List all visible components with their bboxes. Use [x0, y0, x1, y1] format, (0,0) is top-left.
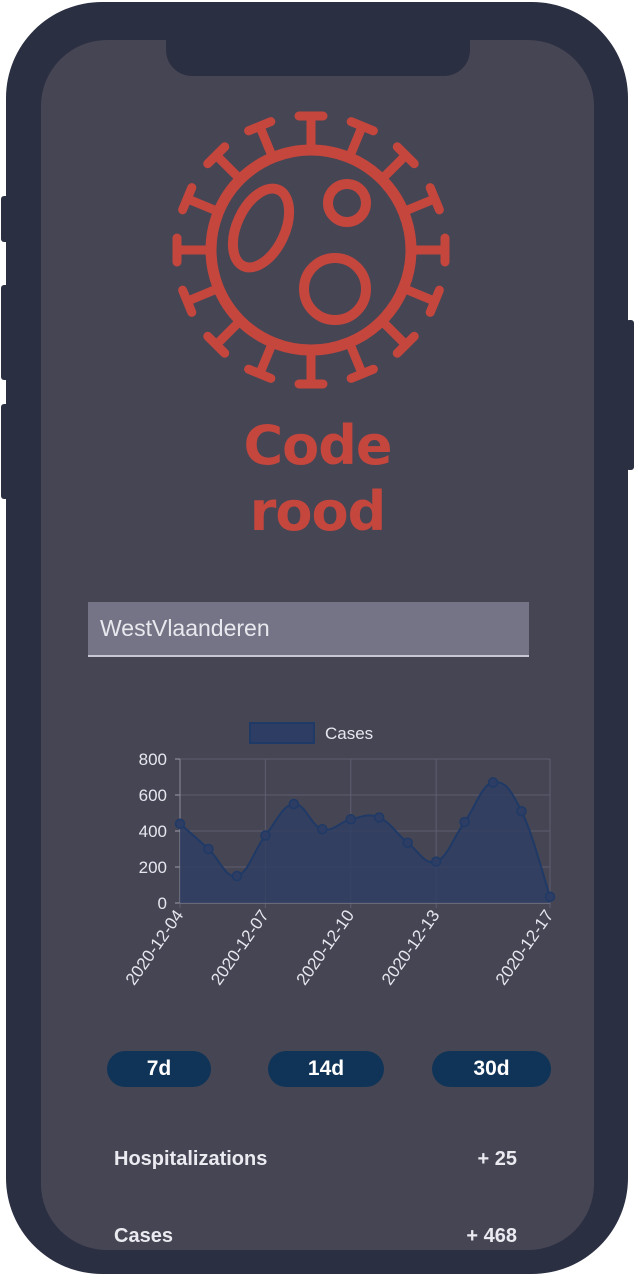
data-point	[288, 798, 300, 810]
y-tick-label: 0	[158, 894, 167, 913]
x-tick-label: 2020-12-07	[207, 906, 272, 988]
data-point	[430, 856, 442, 867]
title-line-1: Code	[243, 414, 392, 477]
data-point	[174, 818, 186, 830]
phone-notch	[166, 40, 470, 76]
cases-chart: Cases 0 200 400 600 800 2020-12-04 2020-12-07 20…	[122, 722, 557, 989]
range-30d-button[interactable]: 30d	[432, 1051, 551, 1087]
data-point	[402, 837, 413, 848]
data-point	[487, 777, 499, 788]
data-point	[459, 816, 470, 828]
y-tick-label: 600	[139, 786, 167, 805]
stat-label: Hospitalizations	[114, 1148, 268, 1170]
data-point	[373, 812, 385, 823]
side-button-power	[626, 320, 634, 470]
range-7d-button[interactable]: 7d	[107, 1051, 211, 1087]
legend-label: Cases	[325, 724, 373, 743]
y-tick-label: 800	[139, 750, 167, 769]
data-point	[516, 805, 527, 817]
app-screen: Code rood Cases 0 200 400 600 800 2020-12-04 20…	[41, 40, 594, 1250]
x-tick-label: 2020-12-17	[492, 906, 557, 988]
region-input[interactable]	[88, 602, 529, 657]
x-tick-label: 2020-12-04	[122, 906, 187, 988]
stat-value: + 468	[466, 1225, 517, 1247]
x-tick-label: 2020-12-10	[293, 906, 358, 988]
data-point	[231, 870, 243, 882]
x-tick-label: 2020-12-13	[378, 906, 443, 988]
series-area	[180, 782, 550, 903]
stat-label: Cases	[114, 1225, 173, 1247]
y-tick-label: 200	[139, 858, 167, 877]
side-button-volume-up	[1, 285, 9, 380]
title-line-2: rood	[249, 480, 386, 543]
side-button-volume-down	[1, 404, 9, 499]
page-title: Code rood	[41, 413, 594, 545]
virus-icon	[172, 111, 450, 389]
data-point	[203, 843, 214, 855]
data-point	[260, 830, 271, 841]
data-point	[345, 814, 357, 825]
y-tick-label: 400	[139, 822, 167, 841]
legend-swatch	[249, 722, 315, 744]
data-point	[317, 823, 328, 835]
side-button-top	[1, 196, 9, 242]
range-14d-button[interactable]: 14d	[268, 1051, 384, 1087]
data-point	[544, 891, 556, 902]
stat-value: + 25	[477, 1148, 517, 1170]
